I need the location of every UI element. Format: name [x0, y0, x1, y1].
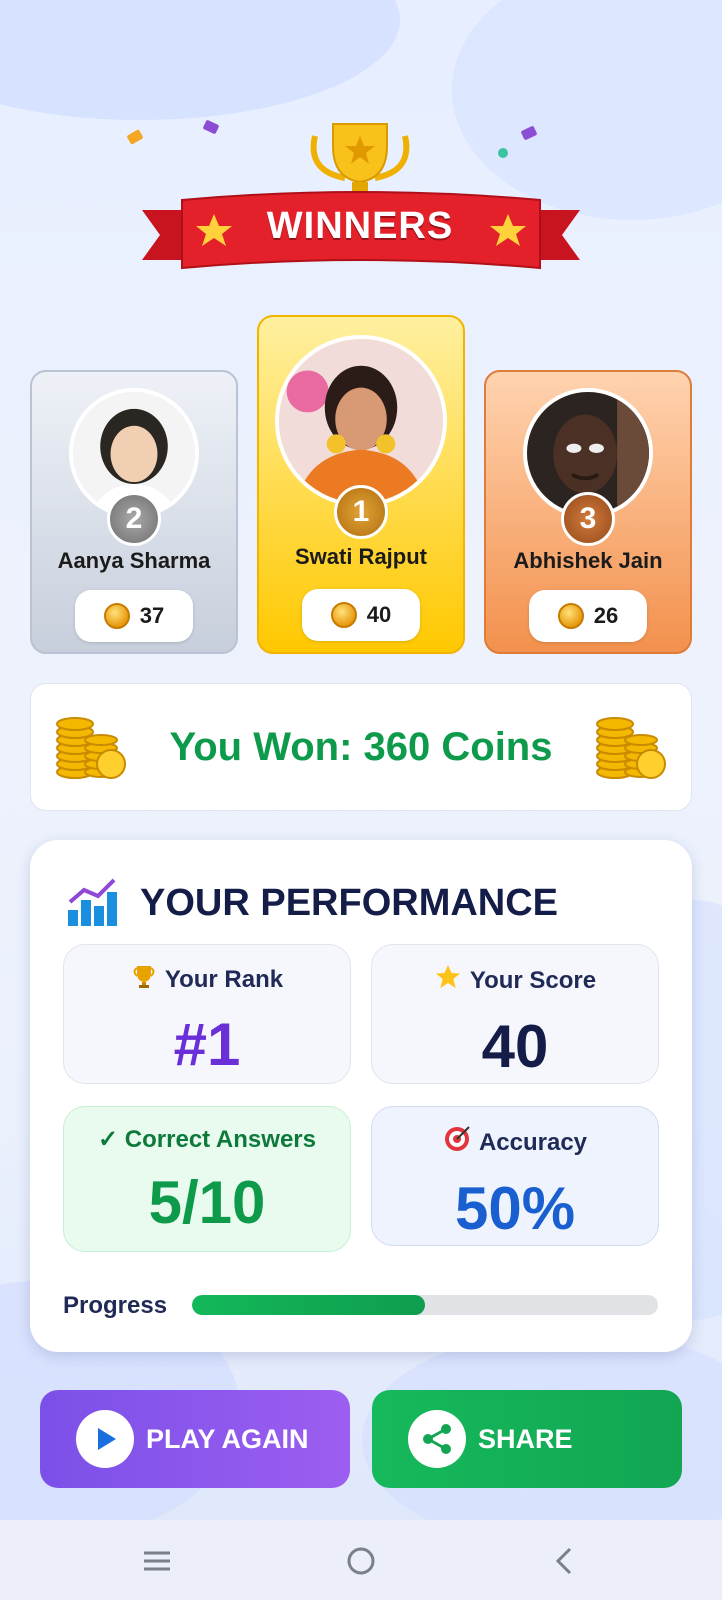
- podium-card-first[interactable]: 1 Swati Rajput 40: [257, 315, 465, 654]
- system-nav-bar: [0, 1520, 722, 1600]
- home-icon[interactable]: [344, 1544, 378, 1578]
- progress-label: Progress: [63, 1292, 168, 1319]
- trophy-icon: [131, 963, 157, 996]
- podium-card-second[interactable]: 2 Aanya Sharma 37: [30, 370, 238, 654]
- star-icon: [434, 963, 462, 998]
- share-icon: [408, 1410, 466, 1468]
- share-label: SHARE: [478, 1423, 573, 1454]
- confetti: [126, 129, 144, 145]
- avatar: [275, 335, 447, 507]
- player-coins: 37: [75, 590, 193, 642]
- correct-answers-value: 5/10: [148, 1169, 266, 1236]
- chart-icon: [68, 878, 117, 926]
- progress-bar: [192, 1295, 658, 1315]
- player-name: Swati Rajput: [294, 544, 427, 569]
- player-coins-value: 37: [139, 603, 165, 628]
- coins-won-text: You Won: 360 Coins: [169, 724, 553, 769]
- correct-answers-stat: ✓ Correct Answers 5/10: [63, 1106, 351, 1252]
- play-again-label: PLAY AGAIN: [146, 1423, 309, 1454]
- rank-medal: 3: [561, 492, 615, 546]
- coin-icon: [557, 603, 584, 629]
- rank-value: #1: [173, 1011, 241, 1078]
- coin-icon: [330, 602, 357, 628]
- winners-header: WINNERS: [0, 110, 722, 280]
- winners-title: WINNERS: [266, 205, 454, 247]
- menu-icon[interactable]: [140, 1544, 174, 1578]
- play-again-button[interactable]: PLAY AGAIN: [40, 1390, 350, 1488]
- podium-card-third[interactable]: 3 Abhishek Jain 26: [484, 370, 692, 654]
- coin-stack-icon: [56, 717, 126, 779]
- performance-card: YOUR PERFORMANCE Your Rank #1 Your Score…: [30, 840, 692, 1352]
- coin-icon: [103, 603, 130, 629]
- accuracy-label: Accuracy: [478, 1128, 588, 1156]
- score-label: Your Score: [469, 966, 597, 994]
- rank-stat: Your Rank #1: [63, 944, 351, 1084]
- confetti: [498, 148, 508, 158]
- player-coins: 26: [529, 590, 647, 642]
- rank-medal: 2: [107, 492, 161, 546]
- player-coins: 40: [302, 589, 420, 641]
- share-button[interactable]: SHARE: [372, 1390, 682, 1488]
- player-name: Aanya Sharma: [57, 548, 211, 573]
- back-icon[interactable]: [548, 1544, 582, 1578]
- player-coins-value: 40: [366, 602, 392, 627]
- confetti: [520, 125, 538, 141]
- progress-bar-fill: [192, 1295, 425, 1315]
- score-stat: Your Score 40: [371, 944, 659, 1084]
- performance-title: YOUR PERFORMANCE: [140, 882, 559, 924]
- score-value: 40: [481, 1013, 549, 1080]
- accuracy-value: 50%: [454, 1175, 576, 1242]
- coins-won-banner: You Won: 360 Coins: [30, 683, 692, 811]
- coin-stack-icon: [596, 717, 666, 779]
- play-icon: [76, 1410, 134, 1468]
- rank-label: Your Rank: [164, 965, 284, 993]
- target-icon: [443, 1125, 471, 1160]
- correct-answers-label: ✓ Correct Answers: [98, 1126, 316, 1153]
- confetti: [202, 119, 220, 135]
- accuracy-stat: Accuracy 50%: [371, 1106, 659, 1246]
- player-name: Abhishek Jain: [513, 548, 663, 573]
- rank-medal: 1: [334, 485, 388, 539]
- player-coins-value: 26: [593, 603, 619, 628]
